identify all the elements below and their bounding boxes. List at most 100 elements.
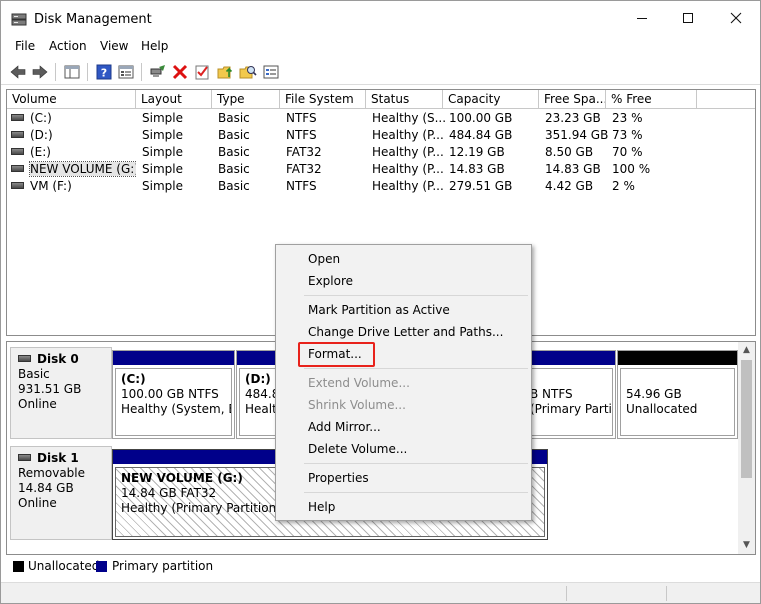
format-highlight-box (298, 342, 375, 367)
partition-label: (D:) (245, 372, 271, 386)
volume-name: NEW VOLUME (G:) (28, 161, 136, 177)
volume-name: (D:) (30, 128, 53, 142)
primary-partition-bar (524, 351, 615, 365)
column-header-status[interactable]: Status (366, 90, 443, 109)
help-icon[interactable]: ? (95, 63, 113, 81)
toolbar-separator (55, 63, 56, 81)
menu-action[interactable]: Action (49, 39, 87, 53)
table-row-selected[interactable]: NEW VOLUME (G:) Simple Basic FAT32 Healt… (7, 161, 755, 178)
unallocated-bar (618, 351, 737, 365)
type-cell: Basic (218, 128, 250, 142)
table-row[interactable]: (C:) Simple Basic NTFS Healthy (S... 100… (7, 110, 755, 127)
partition-label: (C:) (121, 372, 146, 386)
unallocated-space[interactable]: 54.96 GB Unallocated (617, 350, 738, 439)
disk-0-label[interactable]: Disk 0 Basic 931.51 GB Online (10, 347, 112, 439)
menu-separator (304, 368, 528, 369)
partition-body: (C:) 100.00 GB NTFS Healthy (System, Boo (115, 368, 232, 436)
maximize-button[interactable] (665, 1, 711, 35)
percent-free-cell: 100 % (612, 162, 651, 176)
menu-item-delete-volume[interactable]: Delete Volume... (308, 442, 407, 456)
check-icon[interactable] (193, 63, 211, 81)
disk-state: Online (18, 496, 57, 510)
properties-icon[interactable] (117, 63, 135, 81)
search-icon[interactable] (239, 63, 257, 81)
table-row[interactable]: (E:) Simple Basic FAT32 Healthy (P... 12… (7, 144, 755, 161)
menu-item-properties[interactable]: Properties (308, 471, 369, 485)
drive-icon (11, 182, 24, 189)
menu-separator (304, 492, 528, 493)
status-cell: Healthy (P... (372, 145, 444, 159)
delete-icon[interactable] (171, 63, 189, 81)
layout-cell: Simple (142, 145, 183, 159)
scroll-down-icon[interactable]: ▼ (738, 537, 755, 554)
volume-cell: NEW VOLUME (G:) (11, 161, 136, 178)
menu-item-open[interactable]: Open (308, 252, 340, 266)
minimize-button[interactable] (619, 1, 665, 35)
table-row[interactable]: VM (F:) Simple Basic NTFS Healthy (P... … (7, 178, 755, 195)
partition-status: Unallocated (626, 402, 698, 416)
percent-free-cell: 73 % (612, 128, 643, 142)
disk-state: Online (18, 397, 57, 411)
partition-size: 100.00 GB NTFS (121, 387, 219, 401)
status-bar-separator (566, 586, 567, 601)
disk-0-name-row: Disk 0 (18, 352, 111, 367)
primary-partition-bar (113, 351, 234, 365)
connect-icon[interactable] (149, 63, 167, 81)
menu-separator (304, 295, 528, 296)
percent-free-cell: 2 % (612, 179, 635, 193)
svg-text:?: ? (101, 67, 107, 80)
menu-help[interactable]: Help (141, 39, 168, 53)
back-icon[interactable] (9, 63, 27, 81)
column-header-capacity[interactable]: Capacity (443, 90, 539, 109)
percent-free-cell: 70 % (612, 145, 643, 159)
column-header-free-space[interactable]: Free Spa... (539, 90, 606, 109)
volume-name: VM (F:) (30, 179, 72, 193)
disk-management-app-icon (11, 13, 27, 26)
partition-size: 484.84 (245, 387, 278, 401)
scrollbar-thumb[interactable] (741, 360, 752, 478)
menu-view[interactable]: View (100, 39, 128, 53)
disk-size: 14.84 GB (18, 481, 74, 495)
maximize-icon (683, 13, 693, 23)
column-header-file-system[interactable]: File System (280, 90, 366, 109)
capacity-cell: 14.83 GB (449, 162, 505, 176)
partition-c[interactable]: (C:) 100.00 GB NTFS Healthy (System, Boo (112, 350, 235, 439)
menu-item-explore[interactable]: Explore (308, 274, 353, 288)
column-header-layout[interactable]: Layout (136, 90, 212, 109)
forward-icon[interactable] (31, 63, 49, 81)
up-folder-icon[interactable] (217, 63, 235, 81)
type-cell: Basic (218, 145, 250, 159)
window-title: Disk Management (34, 12, 152, 27)
table-row[interactable]: (D:) Simple Basic NTFS Healthy (P... 484… (7, 127, 755, 144)
menu-item-mark-active[interactable]: Mark Partition as Active (308, 303, 450, 317)
column-header-type[interactable]: Type (212, 90, 280, 109)
column-header-percent-free[interactable]: % Free (606, 90, 697, 109)
volume-cell: (E:) (11, 144, 136, 161)
volume-name: (C:) (30, 111, 52, 125)
status-cell: Healthy (S... (372, 111, 447, 125)
partition-f[interactable]: B NTFS (Primary Partit (523, 350, 616, 439)
type-cell: Basic (218, 111, 250, 125)
list-icon[interactable] (262, 63, 280, 81)
vertical-scrollbar[interactable]: ▲ ▼ (738, 342, 755, 554)
disk-name: Disk 1 (37, 451, 79, 465)
column-header-volume[interactable]: Volume (7, 90, 136, 109)
partition-size: B NTFS (530, 387, 573, 401)
close-button[interactable] (713, 1, 759, 35)
status-cell: Healthy (P... (372, 162, 444, 176)
disk-icon (18, 454, 31, 461)
status-cell: Healthy (P... (372, 128, 444, 142)
disk-1-label[interactable]: Disk 1 Removable 14.84 GB Online (10, 446, 112, 540)
console-tree-icon[interactable] (63, 63, 81, 81)
menu-item-change-drive-letter[interactable]: Change Drive Letter and Paths... (308, 325, 503, 339)
menu-file[interactable]: File (15, 39, 35, 53)
free-space-cell: 23.23 GB (545, 111, 601, 125)
layout-cell: Simple (142, 111, 183, 125)
menu-item-add-mirror[interactable]: Add Mirror... (308, 420, 381, 434)
scroll-up-icon[interactable]: ▲ (738, 342, 755, 359)
toolbar-separator (87, 63, 88, 81)
unallocated-swatch (13, 561, 24, 572)
partition-size: 54.96 GB (626, 387, 682, 401)
file-system-cell: NTFS (286, 128, 317, 142)
menu-item-help[interactable]: Help (308, 500, 335, 514)
